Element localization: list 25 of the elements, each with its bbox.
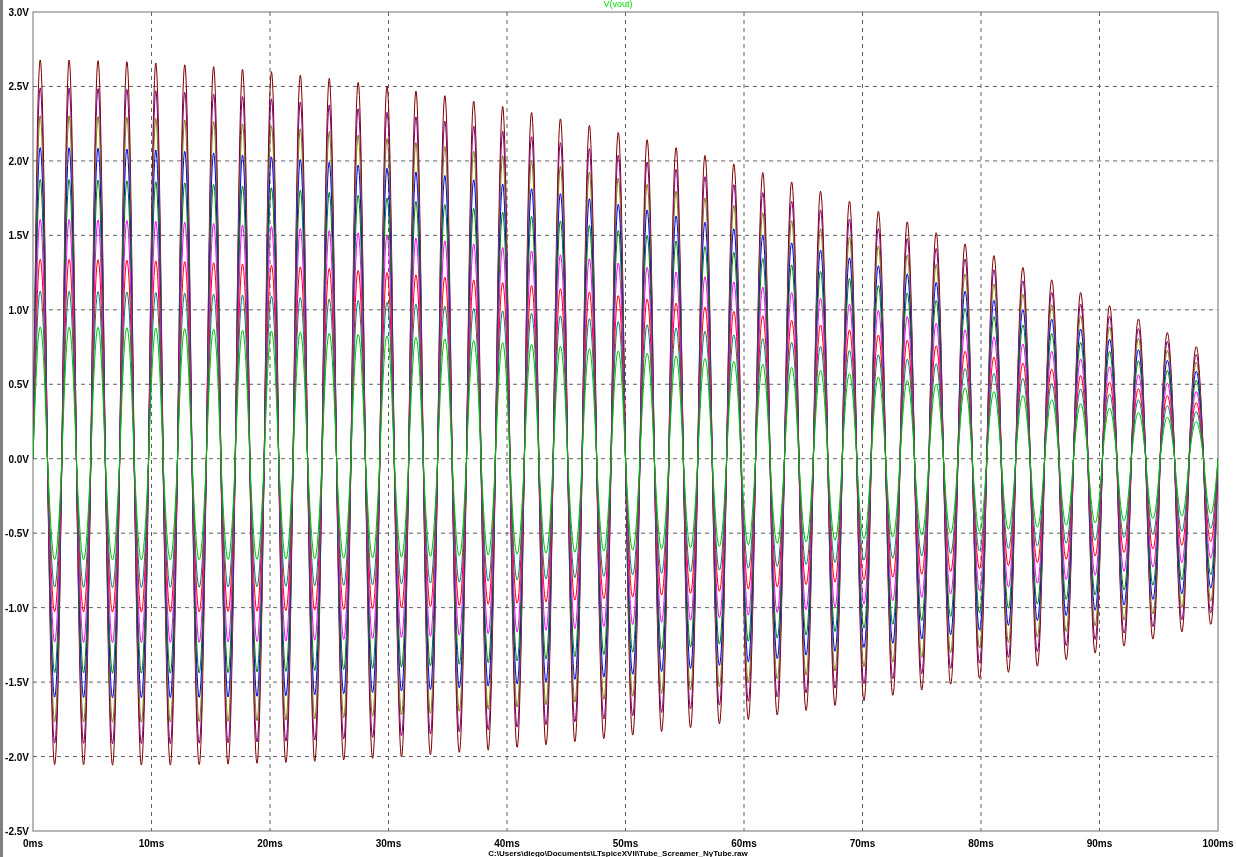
y-axis-label: 1.0V <box>8 304 29 316</box>
x-axis-label: 80ms <box>968 838 994 849</box>
y-axis-label: -0.5V <box>5 528 29 540</box>
y-axis-label: -1.5V <box>5 677 29 689</box>
x-axis-label: 100ms <box>1202 838 1234 849</box>
y-axis-label: 2.5V <box>8 81 29 93</box>
y-axis-label: 0.5V <box>8 379 29 391</box>
y-axis-label: 3.0V <box>8 7 29 18</box>
y-axis-label: 1.5V <box>8 230 29 242</box>
x-axis-label: 0ms <box>23 838 43 849</box>
y-axis-label: -2.5V <box>5 826 29 837</box>
y-axis-label: -1.0V <box>5 602 29 614</box>
x-axis-label: 40ms <box>494 838 520 849</box>
x-axis-label: 70ms <box>849 838 876 849</box>
x-axis-label: 60ms <box>731 838 757 849</box>
file-path: C:\Users\diego\Documents\LTspiceXVII\Tube_Screamer_NyTube.raw <box>488 849 748 857</box>
x-axis-label: 20ms <box>257 838 283 849</box>
x-axis-label: 10ms <box>138 838 165 849</box>
trace-label[interactable]: V(vout) <box>603 0 633 9</box>
y-axis-label: -2.0V <box>5 751 29 763</box>
x-axis-label: 90ms <box>1086 838 1113 849</box>
x-axis-label: 30ms <box>375 838 402 849</box>
x-axis-label: 50ms <box>612 838 639 849</box>
y-axis-label: 0.0V <box>8 453 29 465</box>
y-axis-label: 2.0V <box>8 155 29 167</box>
